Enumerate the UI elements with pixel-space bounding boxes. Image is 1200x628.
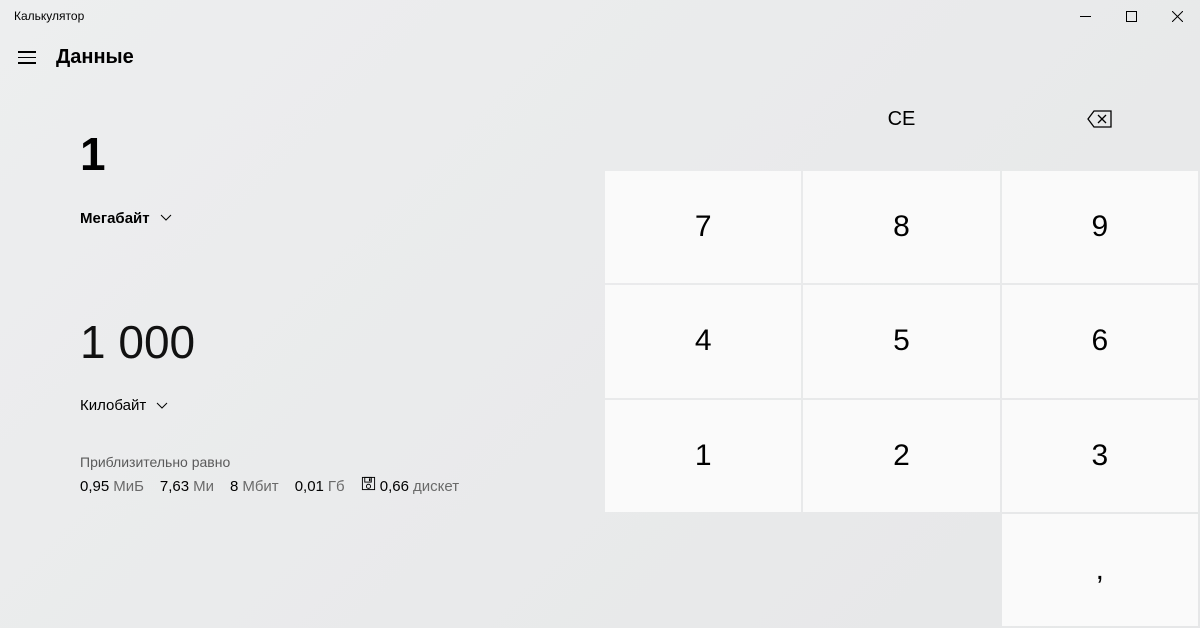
input-unit-label: Мегабайт [80, 210, 150, 227]
approx-values: 0,95МиБ 7,63Ми 8Мбит 0,01Гб 0,66дискет [80, 476, 605, 495]
keypad: CE 7 8 9 4 5 6 1 2 3 [605, 69, 1200, 628]
input-unit-selector[interactable]: Мегабайт [80, 210, 605, 227]
window-title: Калькулятор [14, 9, 84, 23]
key-2[interactable]: 2 [803, 400, 999, 512]
approx-item: 7,63Ми [160, 478, 214, 495]
key-4[interactable]: 4 [605, 285, 801, 397]
key-9[interactable]: 9 [1002, 171, 1198, 283]
maximize-icon [1126, 11, 1137, 22]
calculator-window: Калькулятор Данные 1 Мегабайт [0, 0, 1200, 628]
keypad-spacer [605, 69, 801, 169]
maximize-button[interactable] [1108, 0, 1154, 32]
keypad-spacer [605, 514, 801, 626]
key-1[interactable]: 1 [605, 400, 801, 512]
close-icon [1172, 11, 1183, 22]
approx-label: Приблизительно равно [80, 454, 605, 470]
key-6[interactable]: 6 [1002, 285, 1198, 397]
approx-item: 0,01Гб [295, 478, 345, 495]
backspace-button[interactable] [1002, 69, 1198, 169]
minimize-icon [1080, 11, 1091, 22]
approx-item: 0,95МиБ [80, 478, 144, 495]
mode-title: Данные [56, 46, 134, 69]
keypad-spacer [803, 514, 999, 626]
input-value[interactable]: 1 [80, 129, 605, 180]
output-unit-label: Килобайт [80, 397, 146, 414]
titlebar: Калькулятор [0, 0, 1200, 32]
chevron-down-icon [160, 212, 172, 224]
key-5[interactable]: 5 [803, 285, 999, 397]
key-3[interactable]: 3 [1002, 400, 1198, 512]
chevron-down-icon [156, 400, 168, 412]
clear-entry-button[interactable]: CE [803, 69, 999, 169]
approx-item: 0,66дискет [361, 476, 459, 495]
window-controls [1062, 0, 1200, 32]
close-button[interactable] [1154, 0, 1200, 32]
header: Данные [0, 32, 1200, 69]
menu-button[interactable] [18, 48, 38, 68]
key-8[interactable]: 8 [803, 171, 999, 283]
output-value[interactable]: 1 000 [80, 317, 605, 368]
spacer [80, 227, 605, 317]
key-7[interactable]: 7 [605, 171, 801, 283]
body: 1 Мегабайт 1 000 Килобайт Приблизительно… [0, 69, 1200, 628]
conversion-pane: 1 Мегабайт 1 000 Килобайт Приблизительно… [0, 69, 605, 628]
approx-item: 8Мбит [230, 478, 279, 495]
minimize-button[interactable] [1062, 0, 1108, 32]
hamburger-icon [18, 51, 36, 53]
floppy-icon [361, 476, 376, 491]
output-unit-selector[interactable]: Килобайт [80, 397, 605, 414]
key-decimal[interactable]: , [1002, 514, 1198, 626]
backspace-icon [1087, 110, 1113, 128]
